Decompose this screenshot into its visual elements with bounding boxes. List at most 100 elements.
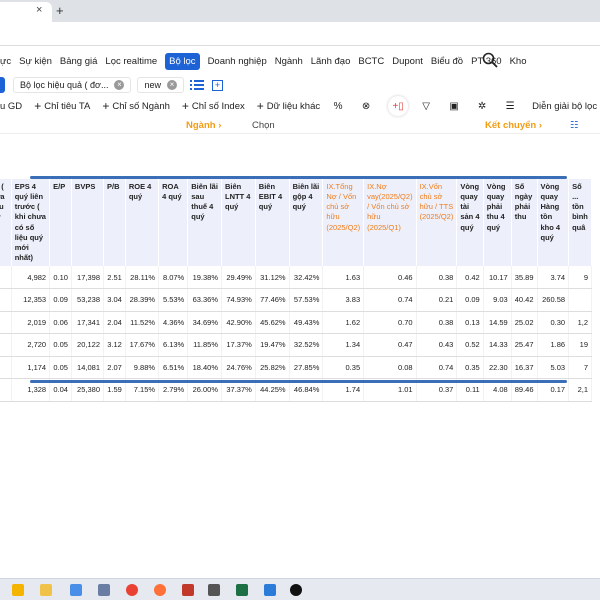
column-header[interactable]: 4 ( ưa ệu ớ <box>0 179 12 266</box>
table-cell: 0.74 <box>363 288 417 312</box>
column-header[interactable]: EPS 4 quý liên trước ( khi chưa có số li… <box>11 179 51 266</box>
table-cell: 3.83 <box>322 288 365 312</box>
table-cell: 0.13 <box>456 311 484 334</box>
table-cell: 3.74 <box>537 266 570 289</box>
add-tab-icon[interactable]: + <box>211 79 223 91</box>
table-cell: 42.90% <box>221 311 256 334</box>
explain-filter-button[interactable]: Diễn giải bộ lọc <box>532 101 597 112</box>
table-cell: 0.74 <box>416 356 458 379</box>
toolbar-item-label: u GD <box>0 100 23 112</box>
close-tab-icon[interactable]: × <box>114 80 125 90</box>
toolbar-item-label: Chỉ số Index <box>191 100 245 112</box>
app-icon[interactable] <box>208 584 220 596</box>
column-header[interactable]: Số ... tồn bình quâ <box>568 179 592 266</box>
column-header[interactable]: Biên LNTT 4 quý <box>221 179 256 266</box>
firefox-icon[interactable] <box>154 584 166 596</box>
folder-icon[interactable] <box>12 584 24 596</box>
table-row[interactable]: 4,982 0.10 17,398 2.51 28.11% 8.07% 19.38% 29.4… <box>0 266 592 289</box>
list-icon[interactable] <box>189 80 204 90</box>
column-header[interactable]: P/B <box>103 179 126 266</box>
transfer-link[interactable]: Kết chuyển › <box>485 120 542 131</box>
close-tab-icon[interactable]: × <box>36 4 42 16</box>
menu-item[interactable]: Ngành <box>275 56 303 67</box>
table-row[interactable]: 52,7200.0520,1223.1217.67%6.13%11.85%17.… <box>0 333 592 357</box>
table-cell: 0.05 <box>49 356 72 379</box>
list-view-icon[interactable]: ☰ <box>504 100 516 112</box>
column-header[interactable]: Vòng quay phải thu 4 quý <box>483 179 512 266</box>
column-header[interactable]: Biên lãi gộp 4 quý <box>289 179 324 266</box>
column-header[interactable]: Biên EBIT 4 quý <box>255 179 290 266</box>
table-cell: 2.04 <box>103 311 126 334</box>
search-icon[interactable] <box>482 52 498 68</box>
chrome-icon[interactable] <box>126 584 138 596</box>
gear-icon[interactable]: ✲ <box>476 100 488 112</box>
choose-label[interactable]: Chọn <box>252 120 275 131</box>
menu-item[interactable]: ực <box>0 56 11 67</box>
table-cell: 32.42% <box>289 266 324 289</box>
export-icon[interactable]: ☷ <box>570 120 579 131</box>
clear-filter-icon[interactable]: ⊗ <box>360 100 372 112</box>
column-header[interactable]: ROE 4 quý <box>125 179 160 266</box>
table-row[interactable]: 12,353 0.09 53,238 3.04 28.39% 5.53% 63.36% 74.… <box>0 288 592 312</box>
table-cell: 0.70 <box>363 311 417 334</box>
table-row[interactable]: 71,1740.0514,0812.079.88%6.51%18.40%24.7… <box>0 356 592 379</box>
menu-item[interactable]: Bảng giá <box>60 56 98 67</box>
app-icon[interactable] <box>182 584 194 596</box>
table-cell: 20,122 <box>71 333 105 357</box>
table-cell: 63.36% <box>187 288 223 312</box>
file-explorer-icon[interactable] <box>40 584 52 596</box>
add-ta-indicator-button[interactable]: + Chỉ tiêu TA <box>34 99 90 113</box>
new-tab-icon[interactable]: + <box>56 3 64 18</box>
table-cell: 32.52% <box>289 333 324 357</box>
column-header[interactable]: E/P <box>49 179 72 266</box>
add-industry-index-button[interactable]: + Chỉ số Ngành <box>102 99 170 113</box>
column-header[interactable]: IX.Nợ vay(2025/Q2) / Vốn chủ sở hữu (202… <box>363 179 417 266</box>
table-cell: 1,2 <box>568 311 592 334</box>
menu-item[interactable]: Doanh nghiệp <box>208 56 267 67</box>
percent-icon[interactable]: % <box>332 100 344 112</box>
add-other-data-button[interactable]: + Dữ liệu khác <box>257 99 320 113</box>
menu-item-active[interactable]: Bộ lọc <box>165 52 200 70</box>
app-icon[interactable] <box>98 584 110 596</box>
menu-item[interactable]: Kho <box>510 56 527 67</box>
column-header[interactable]: BVPS <box>71 179 105 266</box>
table-cell: 34.69% <box>187 311 223 334</box>
column-header[interactable]: Vòng quay tài sản 4 quý <box>456 179 484 266</box>
column-header[interactable]: IX.Tổng Nợ / Vốn chủ sở hữu (2025/Q2) <box>322 179 365 266</box>
store-icon[interactable] <box>70 584 82 596</box>
close-tab-icon[interactable]: × <box>166 80 177 90</box>
table-cell: 2,1 <box>568 378 592 402</box>
filter-icon[interactable]: ▽ <box>420 100 432 112</box>
filter-tab[interactable]: new × <box>137 77 184 93</box>
table-cell: 6.13% <box>158 333 189 357</box>
calendar-icon[interactable] <box>264 584 276 596</box>
filter-tab-label: new <box>144 80 161 90</box>
main-menu: ực Sự kiện Bảng giá Lọc realtime Bộ lọc … <box>0 50 534 72</box>
menu-item[interactable]: Lãnh đạo <box>311 56 351 67</box>
tiktok-icon[interactable] <box>290 584 302 596</box>
column-header[interactable]: Vòng quay Hàng tồn kho 4 quý <box>537 179 570 266</box>
menu-item[interactable]: Sự kiện <box>19 56 52 67</box>
menu-item[interactable]: Lọc realtime <box>105 56 157 67</box>
column-header[interactable]: IX.Vốn chủ sở hữu / TTS (2025/Q2) <box>416 179 458 266</box>
column-header[interactable]: Biên lãi sau thuế 4 quý <box>187 179 223 266</box>
save-icon[interactable]: ▣ <box>448 100 460 112</box>
filter-tab[interactable]: Bộ lọc hiệu quả ( đơ... × <box>13 77 132 93</box>
menu-item[interactable]: BCTC <box>358 56 384 67</box>
table-cell: 4.36% <box>158 311 189 334</box>
browser-tab[interactable] <box>0 2 52 22</box>
toolbar-item-gd[interactable]: u GD <box>0 101 22 112</box>
horizontal-scrollbar-bottom[interactable] <box>30 380 567 383</box>
column-header[interactable]: ROA 4 quý <box>158 179 189 266</box>
add-index-button[interactable]: + Chỉ số Index <box>182 99 245 113</box>
table-cell: 0.52 <box>456 333 484 357</box>
excel-icon[interactable] <box>236 584 248 596</box>
menu-item[interactable]: Biểu đồ <box>431 56 463 67</box>
industry-link[interactable]: Ngành › <box>186 120 221 131</box>
column-header[interactable]: Số ngày phải thu <box>511 179 538 266</box>
plus-icon: + <box>34 99 42 113</box>
insert-column-icon[interactable]: +▯ <box>388 96 408 116</box>
table-cell: 8.07% <box>158 266 189 289</box>
table-row[interactable]: 52,0190.0617,3412.0411.52%4.36%34.69%42.… <box>0 311 592 334</box>
menu-item[interactable]: Dupont <box>392 56 423 67</box>
